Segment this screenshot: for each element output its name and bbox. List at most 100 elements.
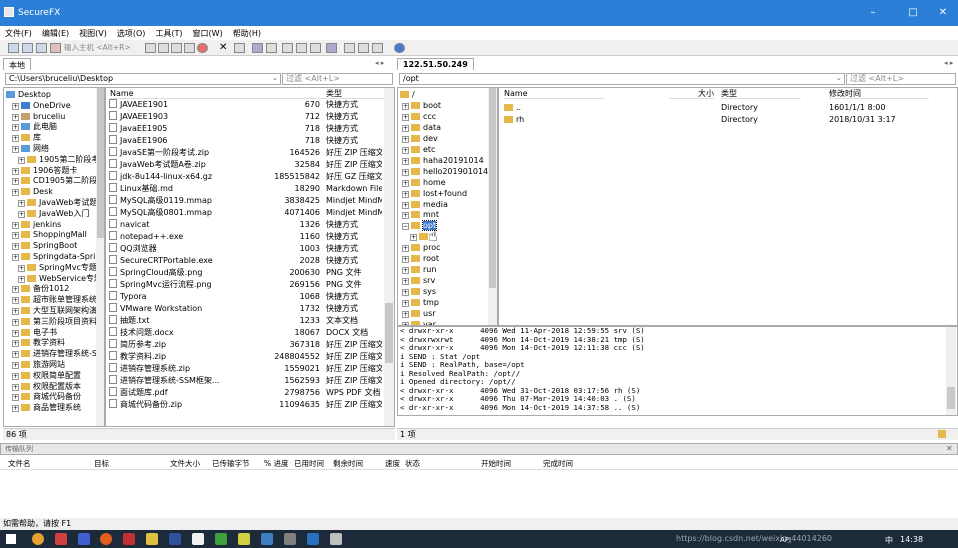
- tree-item[interactable]: + JavaWeb考试题A卷: [18, 197, 104, 208]
- app-icon[interactable]: [169, 533, 181, 545]
- queue-list[interactable]: [0, 470, 958, 518]
- tree-item[interactable]: + 备份1012: [12, 283, 69, 294]
- expand-icon[interactable]: +: [12, 383, 19, 391]
- tree-item[interactable]: + ShoppingMall: [12, 229, 87, 240]
- expand-icon[interactable]: +: [12, 221, 19, 229]
- chevron-down-icon[interactable]: ⌄: [272, 74, 278, 82]
- rename-icon[interactable]: [234, 43, 245, 53]
- file-row[interactable]: 抽题.txt 1233 文本文档: [106, 315, 382, 327]
- remote-tree-item[interactable]: + data: [402, 122, 441, 133]
- queue-col[interactable]: 速度: [385, 458, 400, 470]
- queue-col[interactable]: 文件名: [8, 458, 31, 470]
- tree-item[interactable]: Desktop: [6, 89, 51, 100]
- grid-icon[interactable]: [310, 43, 321, 53]
- app-icon[interactable]: [284, 533, 296, 545]
- delete-icon[interactable]: ✕: [219, 43, 230, 53]
- file-row[interactable]: JAVAEE1903 712 快捷方式: [106, 111, 382, 123]
- properties-icon[interactable]: [344, 43, 355, 53]
- connect-icon[interactable]: [8, 43, 19, 53]
- app-icon[interactable]: [78, 533, 90, 545]
- stop-icon[interactable]: [197, 43, 208, 53]
- tree-item[interactable]: + 库: [12, 132, 41, 143]
- securefx-icon[interactable]: [307, 533, 319, 545]
- tree-scrollbar[interactable]: [96, 88, 104, 426]
- menu-help[interactable]: 帮助(H): [228, 26, 266, 41]
- expand-icon[interactable]: +: [402, 168, 409, 176]
- local-scrollbar[interactable]: [384, 88, 394, 426]
- file-row[interactable]: jdk-8u144-linux-x64.gz 185515842 好压 GZ 压缩文…: [106, 171, 382, 183]
- file-row[interactable]: SecureCRTPortable.exe 2028 快捷方式: [106, 255, 382, 267]
- tree-item[interactable]: + 商城代码备份: [12, 391, 81, 402]
- firefox-icon[interactable]: [100, 533, 112, 545]
- help-icon[interactable]: [394, 43, 405, 53]
- expand-icon[interactable]: +: [402, 267, 409, 275]
- app-icon[interactable]: [238, 533, 250, 545]
- expand-icon[interactable]: +: [402, 157, 409, 165]
- windows-start-icon[interactable]: [6, 534, 16, 544]
- tree-item[interactable]: + jenkins: [12, 219, 61, 230]
- expand-icon[interactable]: +: [402, 245, 409, 253]
- expand-icon[interactable]: +: [402, 289, 409, 297]
- queue-col[interactable]: 目标: [94, 458, 109, 470]
- notes-icon[interactable]: [192, 533, 204, 545]
- tree-item[interactable]: + 旅游网站: [12, 359, 65, 370]
- close-button[interactable]: ✕: [930, 5, 956, 21]
- columns-icon[interactable]: [326, 43, 337, 53]
- file-row[interactable]: 进销存管理系统.zip 1559021 好压 ZIP 压缩文件: [106, 363, 382, 375]
- app-icon[interactable]: [215, 533, 227, 545]
- file-row[interactable]: notepad++.exe 1160 快捷方式: [106, 231, 382, 243]
- app-icon[interactable]: [330, 533, 342, 545]
- file-row[interactable]: MySQL高级0119.mmap 3838425 Mindjet MindM: [106, 195, 382, 207]
- remote-tree-item[interactable]: /: [400, 89, 415, 100]
- tree-item[interactable]: + OneDrive: [12, 100, 71, 111]
- close-icon[interactable]: ✕: [946, 444, 953, 453]
- expand-icon[interactable]: +: [12, 102, 19, 110]
- local-filter-input[interactable]: 过滤 <Alt+L>: [282, 73, 393, 85]
- expand-icon[interactable]: +: [12, 113, 19, 121]
- queue-col[interactable]: 文件大小: [170, 458, 200, 470]
- expand-icon[interactable]: +: [12, 286, 19, 294]
- sync-icon[interactable]: [372, 43, 383, 53]
- ime-indicator[interactable]: 中: [885, 535, 893, 546]
- expand-icon[interactable]: +: [402, 278, 409, 286]
- tree-item[interactable]: +1906答题卡: [12, 165, 77, 176]
- tree-item[interactable]: + bruceliu: [12, 111, 65, 122]
- file-row[interactable]: MySQL高级0801.mmap 4071406 Mindjet MindM: [106, 207, 382, 219]
- remote-tree-item[interactable]: + lost+found: [402, 188, 467, 199]
- tree-item[interactable]: + 进销存管理系统-SS: [12, 348, 102, 359]
- expand-icon[interactable]: +: [410, 234, 417, 242]
- app-icon[interactable]: [55, 533, 67, 545]
- app-icon[interactable]: [261, 533, 273, 545]
- remote-tree-item[interactable]: + root: [402, 253, 439, 264]
- tree-item[interactable]: + Desk: [12, 186, 53, 197]
- expand-icon[interactable]: +: [12, 394, 19, 402]
- reconnect-icon[interactable]: [36, 43, 47, 53]
- tree-item[interactable]: + SpringBoot: [12, 240, 77, 251]
- remote-tree-item[interactable]: + hello201901014: [402, 166, 488, 177]
- expand-icon[interactable]: +: [402, 135, 409, 143]
- menu-options[interactable]: 选项(O): [112, 26, 151, 41]
- tree-item[interactable]: + 此电脑: [12, 121, 57, 132]
- expand-icon[interactable]: +: [12, 189, 19, 197]
- expand-icon[interactable]: +: [12, 167, 19, 175]
- expand-icon[interactable]: +: [12, 318, 19, 326]
- tree-item[interactable]: + 超市账单管理系统: [12, 294, 97, 305]
- quick-connect-icon[interactable]: [22, 43, 33, 53]
- expand-icon[interactable]: +: [402, 179, 409, 187]
- remote-tree-item[interactable]: + etc: [402, 144, 435, 155]
- file-row[interactable]: 商城代码备份.zip 11094635 好压 ZIP 压缩文件: [106, 399, 382, 411]
- view-details-icon[interactable]: [266, 43, 277, 53]
- expand-icon[interactable]: +: [18, 156, 25, 164]
- sort-desc-icon[interactable]: [296, 43, 307, 53]
- expand-icon[interactable]: +: [402, 102, 409, 110]
- expand-icon[interactable]: +: [12, 372, 19, 380]
- tree-item[interactable]: + 权限配置版本: [12, 381, 81, 392]
- tree-item[interactable]: + 商品管理系统: [12, 402, 81, 413]
- file-row[interactable]: Linux基础.md 18290 Markdown File: [106, 183, 382, 195]
- expand-icon[interactable]: +: [12, 146, 19, 153]
- expand-icon[interactable]: +: [18, 264, 25, 272]
- new-folder-icon[interactable]: [184, 43, 195, 53]
- tree-item[interactable]: +1905第二阶段考试: [18, 154, 104, 165]
- expand-icon[interactable]: +: [12, 308, 19, 315]
- expand-icon[interactable]: +: [12, 178, 19, 186]
